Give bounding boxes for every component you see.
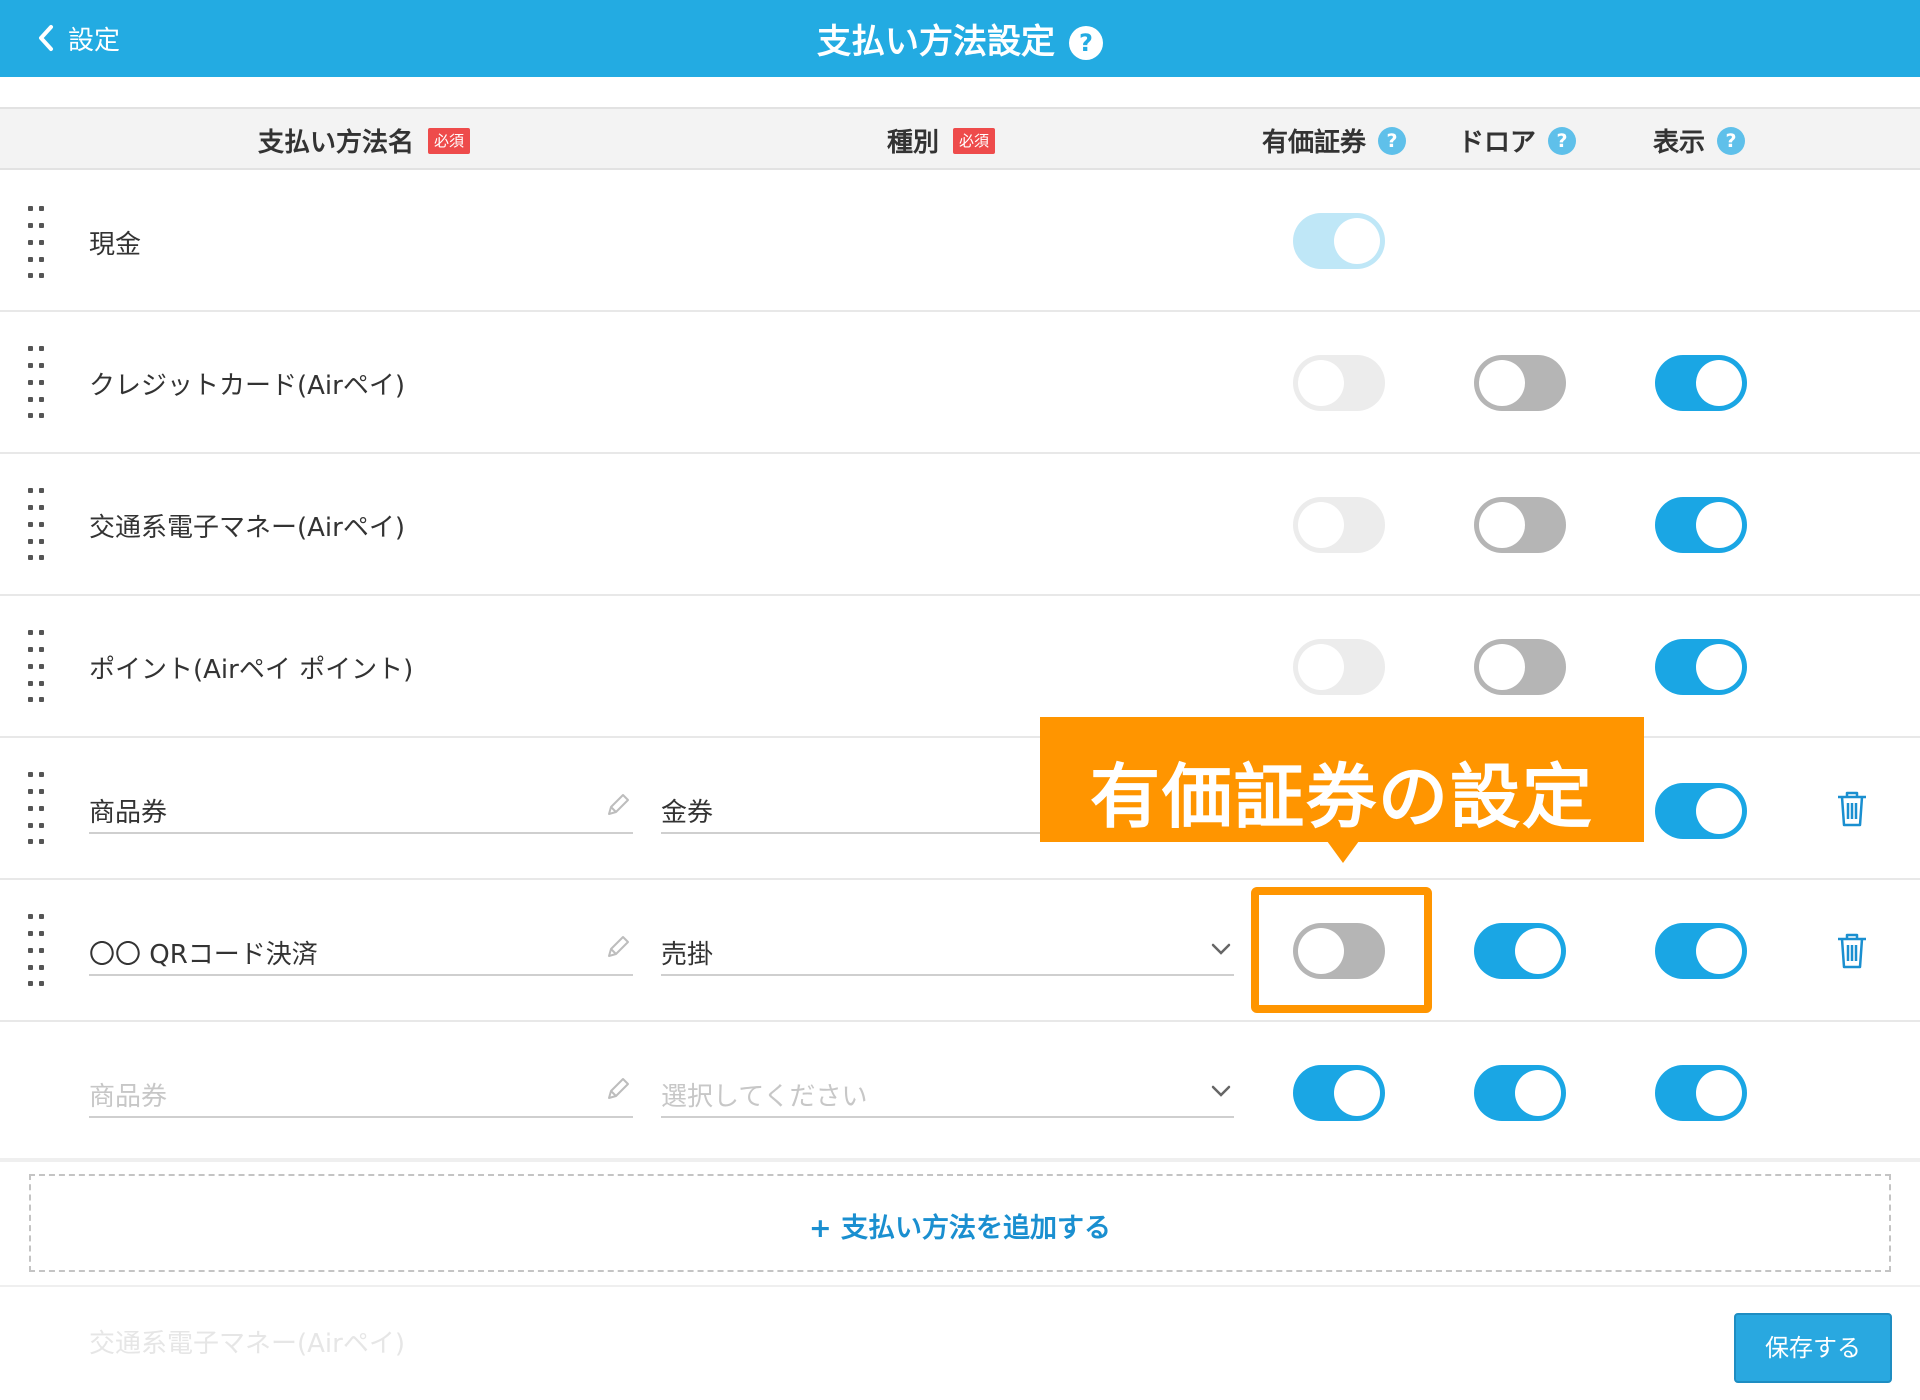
payment-name: 交通系電子マネー(Airペイ) [89,513,405,543]
column-label: 支払い方法名 [258,128,415,158]
column-label: 有価証券 [1262,128,1367,158]
securities-toggle [1293,355,1385,411]
payment-name: ポイント(Airペイ ポイント) [89,655,414,685]
page-title-text: 支払い方法設定 [817,22,1055,62]
help-icon[interactable]: ? [1717,126,1746,155]
new-payment-row: 商品券 選択してください [0,1022,1920,1160]
drag-handle-icon[interactable] [28,772,46,844]
chevron-down-icon [1211,1085,1231,1097]
annotation-callout: 有価証券の設定 [1040,717,1644,842]
column-label: 種別 [887,128,940,158]
payment-name-placeholder: 商品券 [89,1082,168,1112]
add-button-label: + 支払い方法を追加する [808,1213,1112,1244]
required-badge: 必須 [953,127,996,154]
add-payment-method-button[interactable]: + 支払い方法を追加する [29,1174,1891,1272]
securities-toggle [1293,213,1385,269]
footer-bar: 交通系電子マネー(Airペイ) 保存する [0,1285,1920,1400]
column-header-drawer: ドロア ? [1458,122,1577,159]
securities-toggle[interactable] [1293,1065,1385,1121]
display-toggle[interactable] [1655,355,1747,411]
column-header-name: 支払い方法名 必須 [258,122,471,159]
column-label: ドロア [1458,128,1537,158]
drag-handle-icon[interactable] [28,346,46,418]
drag-handle-icon[interactable] [28,630,46,702]
display-toggle[interactable] [1655,639,1747,695]
chevron-down-icon [1211,943,1231,955]
app-header: 設定 支払い方法設定? [0,0,1920,77]
help-icon[interactable]: ? [1378,126,1407,155]
table-row: 交通系電子マネー(Airペイ) [0,454,1920,596]
trash-icon[interactable] [1836,790,1868,828]
type-value: 金券 [661,798,714,828]
callout-pointer [1327,841,1359,863]
type-select[interactable]: 売掛 [661,928,1234,976]
drawer-toggle[interactable] [1474,923,1566,979]
payment-name-value: 〇〇 QRコード決済 [89,940,318,970]
securities-toggle [1293,497,1385,553]
divider [0,1158,1920,1162]
callout-text: 有価証券の設定 [1090,756,1594,838]
payment-name-value: 商品券 [89,798,168,828]
column-header-display: 表示 ? [1653,122,1746,159]
type-placeholder: 選択してください [661,1082,868,1112]
table-row: クレジットカード(Airペイ) [0,312,1920,454]
display-toggle[interactable] [1655,783,1747,839]
securities-toggle [1293,639,1385,695]
page-title: 支払い方法設定? [0,14,1920,63]
pencil-icon [608,1078,629,1099]
highlight-box [1251,887,1432,1013]
table-row: 現金 [0,170,1920,312]
payment-name-input[interactable]: 商品券 [89,786,633,834]
save-button[interactable]: 保存する [1734,1313,1892,1383]
display-toggle[interactable] [1655,1065,1747,1121]
required-badge: 必須 [428,127,471,154]
trash-icon[interactable] [1836,932,1868,970]
type-select[interactable]: 選択してください [661,1070,1234,1118]
payment-name-input[interactable]: 〇〇 QRコード決済 [89,928,633,976]
drag-handle-icon[interactable] [28,488,46,560]
type-value: 売掛 [661,940,714,970]
help-icon[interactable]: ? [1548,126,1577,155]
pencil-icon [608,936,629,957]
column-header-type: 種別 必須 [887,122,996,159]
drag-handle-icon[interactable] [28,914,46,986]
display-toggle[interactable] [1655,497,1747,553]
column-label: 表示 [1653,128,1706,158]
pencil-icon [608,794,629,815]
table-row: 〇〇 QRコード決済 売掛 [0,880,1920,1022]
column-header-row: 支払い方法名 必須 種別 必須 有価証券 ? ドロア ? 表示 ? [0,107,1920,170]
ghost-row-text: 交通系電子マネー(Airペイ) [89,1329,405,1359]
display-toggle[interactable] [1655,923,1747,979]
drawer-toggle[interactable] [1474,355,1566,411]
drawer-toggle[interactable] [1474,497,1566,553]
drawer-toggle[interactable] [1474,1065,1566,1121]
drag-handle-icon[interactable] [28,206,46,278]
payment-name-input[interactable]: 商品券 [89,1070,633,1118]
column-header-securities: 有価証券 ? [1262,122,1407,159]
drawer-toggle[interactable] [1474,639,1566,695]
payment-name: クレジットカード(Airペイ) [89,371,405,401]
help-icon[interactable]: ? [1069,26,1103,60]
payment-name: 現金 [89,230,142,260]
